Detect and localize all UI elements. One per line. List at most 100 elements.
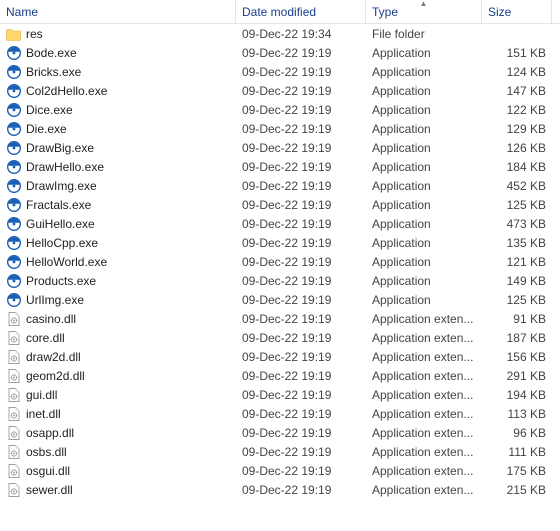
dll-icon xyxy=(6,406,22,422)
cell-type: Application xyxy=(366,274,482,288)
exe-icon xyxy=(6,254,22,270)
cell-name: Col2dHello.exe xyxy=(0,83,236,99)
cell-date: 09-Dec-22 19:19 xyxy=(236,388,366,402)
file-name: osapp.dll xyxy=(26,426,74,440)
file-row[interactable]: inet.dll09-Dec-22 19:19Application exten… xyxy=(0,404,560,423)
cell-size: 184 KB xyxy=(482,160,552,174)
file-row[interactable]: Bricks.exe09-Dec-22 19:19Application124 … xyxy=(0,62,560,81)
cell-date: 09-Dec-22 19:19 xyxy=(236,407,366,421)
sort-ascending-icon: ▲ xyxy=(420,0,428,8)
dll-icon xyxy=(6,349,22,365)
cell-type: Application xyxy=(366,255,482,269)
cell-type: Application xyxy=(366,141,482,155)
cell-name: Bode.exe xyxy=(0,45,236,61)
file-row[interactable]: gui.dll09-Dec-22 19:19Application exten.… xyxy=(0,385,560,404)
exe-icon xyxy=(6,121,22,137)
file-row[interactable]: Fractals.exe09-Dec-22 19:19Application12… xyxy=(0,195,560,214)
file-row[interactable]: draw2d.dll09-Dec-22 19:19Application ext… xyxy=(0,347,560,366)
cell-name: Fractals.exe xyxy=(0,197,236,213)
cell-size: 129 KB xyxy=(482,122,552,136)
file-row[interactable]: UrlImg.exe09-Dec-22 19:19Application125 … xyxy=(0,290,560,309)
cell-type: Application exten... xyxy=(366,445,482,459)
cell-size: 96 KB xyxy=(482,426,552,440)
file-row[interactable]: DrawBig.exe09-Dec-22 19:19Application126… xyxy=(0,138,560,157)
column-header-type-label: Type xyxy=(372,5,398,19)
file-row[interactable]: Col2dHello.exe09-Dec-22 19:19Application… xyxy=(0,81,560,100)
cell-type: Application exten... xyxy=(366,464,482,478)
cell-date: 09-Dec-22 19:19 xyxy=(236,483,366,497)
cell-name: inet.dll xyxy=(0,406,236,422)
file-row[interactable]: core.dll09-Dec-22 19:19Application exten… xyxy=(0,328,560,347)
cell-date: 09-Dec-22 19:19 xyxy=(236,274,366,288)
exe-icon xyxy=(6,273,22,289)
file-row[interactable]: osgui.dll09-Dec-22 19:19Application exte… xyxy=(0,461,560,480)
cell-size: 113 KB xyxy=(482,407,552,421)
file-name: Bode.exe xyxy=(26,46,77,60)
file-row[interactable]: Dice.exe09-Dec-22 19:19Application122 KB xyxy=(0,100,560,119)
cell-name: osapp.dll xyxy=(0,425,236,441)
file-list: res09-Dec-22 19:34File folder Bode.exe09… xyxy=(0,24,560,499)
file-row[interactable]: Die.exe09-Dec-22 19:19Application129 KB xyxy=(0,119,560,138)
file-row[interactable]: sewer.dll09-Dec-22 19:19Application exte… xyxy=(0,480,560,499)
file-row[interactable]: osapp.dll09-Dec-22 19:19Application exte… xyxy=(0,423,560,442)
column-header-size[interactable]: Size xyxy=(482,0,552,23)
cell-size: 135 KB xyxy=(482,236,552,250)
cell-size: 111 KB xyxy=(482,445,552,459)
cell-size: 187 KB xyxy=(482,331,552,345)
column-header-date-label: Date modified xyxy=(242,5,316,19)
cell-date: 09-Dec-22 19:19 xyxy=(236,65,366,79)
cell-name: Bricks.exe xyxy=(0,64,236,80)
column-header-name[interactable]: Name xyxy=(0,0,236,23)
cell-type: Application xyxy=(366,293,482,307)
cell-name: DrawBig.exe xyxy=(0,140,236,156)
exe-icon xyxy=(6,292,22,308)
file-row[interactable]: HelloCpp.exe09-Dec-22 19:19Application13… xyxy=(0,233,560,252)
file-row[interactable]: GuiHello.exe09-Dec-22 19:19Application47… xyxy=(0,214,560,233)
cell-size: 122 KB xyxy=(482,103,552,117)
column-header-type[interactable]: Type ▲ xyxy=(366,0,482,23)
cell-name: sewer.dll xyxy=(0,482,236,498)
cell-type: Application exten... xyxy=(366,483,482,497)
file-name: geom2d.dll xyxy=(26,369,85,383)
dll-icon xyxy=(6,482,22,498)
cell-date: 09-Dec-22 19:19 xyxy=(236,369,366,383)
cell-date: 09-Dec-22 19:19 xyxy=(236,141,366,155)
file-row[interactable]: Products.exe 09-Dec-22 19:19Application14… xyxy=(0,271,560,290)
cell-type: Application exten... xyxy=(366,312,482,326)
file-row[interactable]: osbs.dll09-Dec-22 19:19Application exten… xyxy=(0,442,560,461)
cell-name: res xyxy=(0,26,236,42)
cell-name: UrlImg.exe xyxy=(0,292,236,308)
file-row[interactable]: geom2d.dll09-Dec-22 19:19Application ext… xyxy=(0,366,560,385)
file-name: casino.dll xyxy=(26,312,76,326)
cell-type: Application xyxy=(366,103,482,117)
cell-date: 09-Dec-22 19:19 xyxy=(236,179,366,193)
cell-name: DrawHello.exe xyxy=(0,159,236,175)
cell-size: 126 KB xyxy=(482,141,552,155)
file-row[interactable]: casino.dll09-Dec-22 19:19Application ext… xyxy=(0,309,560,328)
file-name: Products.exe xyxy=(26,274,96,288)
cell-name: casino.dll xyxy=(0,311,236,327)
column-header: Name Date modified Type ▲ Size xyxy=(0,0,560,24)
file-row[interactable]: DrawHello.exe09-Dec-22 19:19Application1… xyxy=(0,157,560,176)
file-row[interactable]: DrawImg.exe09-Dec-22 19:19Application452… xyxy=(0,176,560,195)
file-name: DrawHello.exe xyxy=(26,160,104,174)
cell-type: Application xyxy=(366,46,482,60)
file-name: HelloWorld.exe xyxy=(26,255,107,269)
cell-name: Products.exe xyxy=(0,273,236,289)
column-header-name-label: Name xyxy=(6,5,38,19)
exe-icon xyxy=(6,159,22,175)
cell-name: osbs.dll xyxy=(0,444,236,460)
dll-icon xyxy=(6,444,22,460)
cell-size: 124 KB xyxy=(482,65,552,79)
file-row[interactable]: HelloWorld.exe09-Dec-22 19:19Application… xyxy=(0,252,560,271)
cell-name: DrawImg.exe xyxy=(0,178,236,194)
file-row[interactable]: Bode.exe09-Dec-22 19:19Application151 KB xyxy=(0,43,560,62)
column-header-date[interactable]: Date modified xyxy=(236,0,366,23)
cell-size: 149 KB xyxy=(482,274,552,288)
cell-name: HelloWorld.exe xyxy=(0,254,236,270)
file-row[interactable]: res09-Dec-22 19:34File folder xyxy=(0,24,560,43)
cell-name: Dice.exe xyxy=(0,102,236,118)
file-name: osgui.dll xyxy=(26,464,70,478)
file-name: core.dll xyxy=(26,331,65,345)
file-name: draw2d.dll xyxy=(26,350,81,364)
